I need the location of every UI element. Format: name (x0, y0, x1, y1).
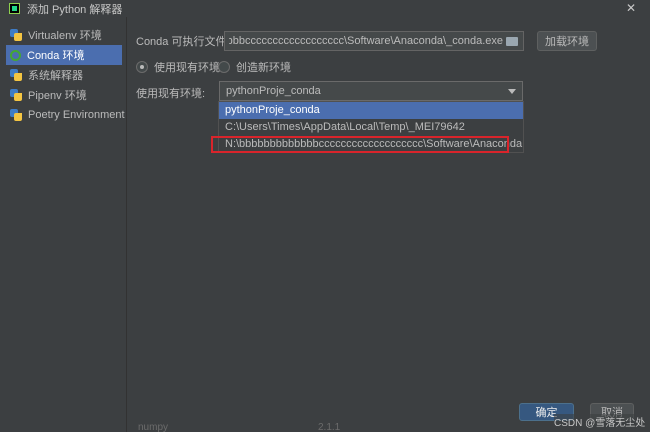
radio-new-dot[interactable] (218, 61, 230, 73)
sidebar-item-conda[interactable]: Conda 环境 (6, 45, 122, 65)
red-highlight-box (211, 136, 509, 153)
conda-exe-row: Conda 可执行文件: (136, 33, 230, 49)
radio-existing[interactable]: 使用现有环境 (136, 59, 220, 75)
python-icon (10, 69, 22, 81)
radio-new-label: 创造新环境 (236, 62, 291, 74)
radio-new[interactable]: 创造新环境 (218, 59, 291, 75)
sidebar-item-label: Pipenv 环境 (28, 90, 87, 102)
sidebar-item-label: Virtualenv 环境 (28, 30, 102, 42)
title-bar: 添加 Python 解释器 ✕ (0, 0, 650, 17)
python-icon (10, 109, 22, 121)
conda-exe-input[interactable]: bbbbbbbbbbcccccccccccccccccc\Software\An… (224, 31, 524, 51)
window-title: 添加 Python 解释器 (27, 3, 123, 16)
sidebar-item-label: 系统解释器 (28, 70, 83, 82)
watermark: CSDN @雪落无尘处 (554, 414, 646, 429)
load-env-button[interactable]: 加载环境 (537, 31, 597, 51)
sidebar: Virtualenv 环境 Conda 环境 系统解释器 Pipenv 环境 P… (0, 17, 127, 432)
sidebar-item-system[interactable]: 系统解释器 (0, 65, 126, 85)
sidebar-item-label: Poetry Environment (28, 109, 125, 121)
existing-env-selected: pythonProje_conda (226, 85, 321, 97)
existing-env-label: 使用现有环境: (136, 88, 206, 100)
sidebar-item-pipenv[interactable]: Pipenv 环境 (0, 85, 126, 105)
python-icon (10, 29, 22, 41)
folder-icon[interactable] (506, 37, 518, 46)
existing-env-row: 使用现有环境: (136, 85, 205, 101)
conda-exe-value: bbbbbbbbbbcccccccccccccccccc\Software\An… (229, 35, 503, 47)
bg-package-version: 2.1.1 (318, 422, 341, 432)
pycharm-app-icon (9, 3, 20, 14)
python-icon (10, 89, 22, 101)
sidebar-item-poetry[interactable]: Poetry Environment (0, 105, 126, 125)
close-icon[interactable]: ✕ (626, 0, 636, 17)
dropdown-option[interactable]: pythonProje_conda (219, 102, 523, 119)
conda-icon (10, 49, 21, 61)
sidebar-item-label: Conda 环境 (27, 50, 85, 62)
sidebar-item-virtualenv[interactable]: Virtualenv 环境 (0, 25, 126, 45)
chevron-down-icon (508, 88, 516, 94)
conda-exe-label: Conda 可执行文件: (136, 36, 230, 48)
existing-env-combo[interactable]: pythonProje_conda (219, 81, 523, 101)
load-env-button-label: 加载环境 (545, 36, 589, 48)
radio-existing-dot[interactable] (136, 61, 148, 73)
main-panel: Conda 可执行文件: bbbbbbbbbbccccccccccccccccc… (128, 17, 650, 432)
radio-existing-label: 使用现有环境 (154, 62, 220, 74)
dropdown-option[interactable]: C:\Users\Times\AppData\Local\Temp\_MEI79… (219, 119, 523, 136)
bg-package-name: numpy (138, 422, 169, 432)
